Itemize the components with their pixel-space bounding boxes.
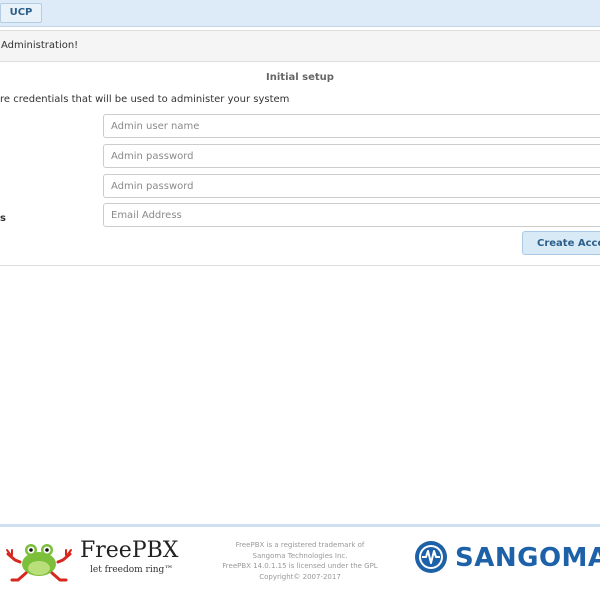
admin-password-input[interactable] <box>103 144 600 168</box>
admin-password-confirm-input[interactable] <box>103 174 600 198</box>
email-field-label: s <box>0 213 6 224</box>
email-address-input[interactable] <box>103 203 600 227</box>
sangoma-wordmark: SANGOMA <box>455 543 600 573</box>
page-root: UCP Administration! Initial setup re cre… <box>0 0 600 600</box>
freepbx-frog-logo <box>6 544 72 582</box>
legal-line: Sangoma Technologies Inc. <box>252 551 348 560</box>
legal-line: Copyright© 2007-2017 <box>259 572 341 581</box>
freepbx-tagline: let freedom ring™ <box>90 565 174 575</box>
panel-heading: Administration! <box>0 31 600 62</box>
initial-setup-title-text: Initial setup <box>266 72 334 83</box>
panel-heading-text: Administration! <box>1 40 79 51</box>
freepbx-wordmark: FreePBX <box>80 538 179 563</box>
initial-setup-title: Initial setup <box>0 72 600 83</box>
ucp-tab-button[interactable]: UCP <box>0 3 42 23</box>
legal-line: FreePBX 14.0.1.15 is licensed under the … <box>222 562 378 570</box>
create-account-button[interactable]: Create Account <box>522 231 600 255</box>
intro-text: re credentials that will be used to admi… <box>0 94 290 105</box>
admin-username-input[interactable] <box>103 114 600 138</box>
footer-legal-text: FreePBX is a registered trademark of San… <box>210 540 390 582</box>
top-navbar: UCP <box>0 0 600 27</box>
legal-line: FreePBX is a registered trademark of <box>235 541 365 549</box>
sangoma-logo-icon <box>415 541 447 573</box>
